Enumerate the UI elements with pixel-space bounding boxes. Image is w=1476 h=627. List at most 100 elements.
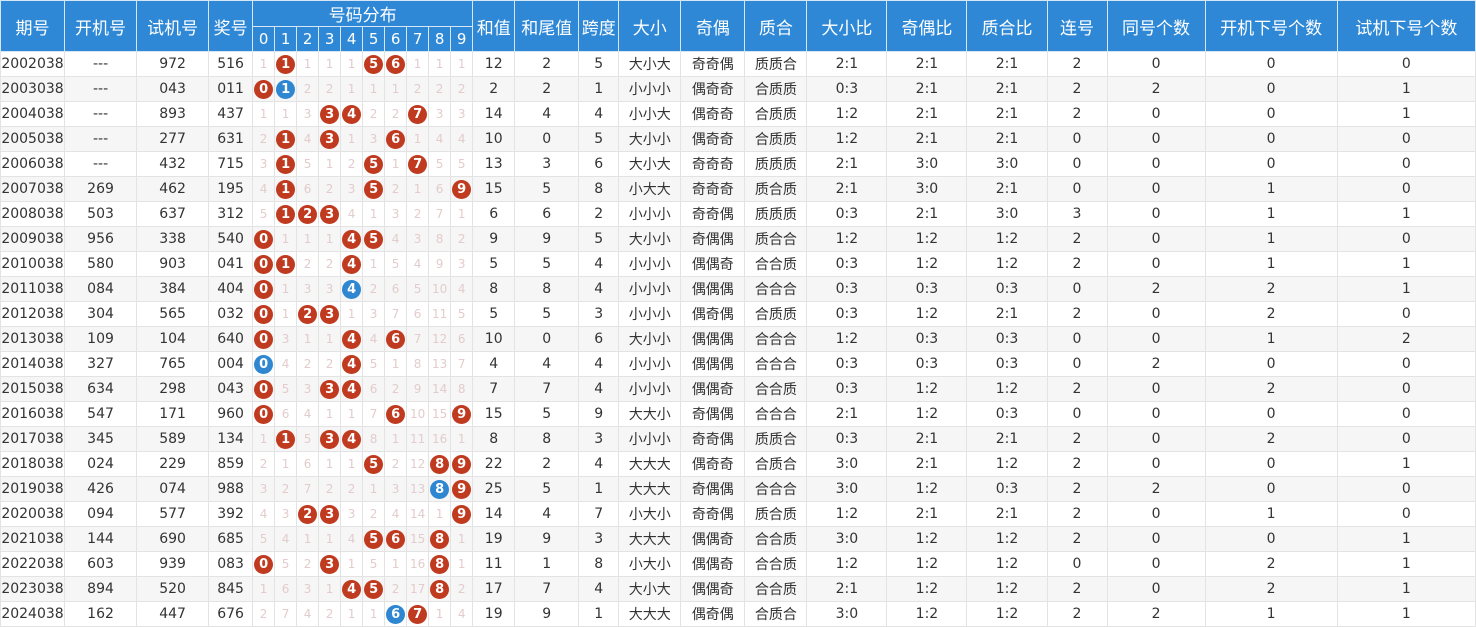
sum-tail-cell: 2 <box>514 51 580 77</box>
prime-ratio-cell: 0:3 <box>966 476 1048 502</box>
drawn-ball: 5 <box>364 154 384 174</box>
parity-cell: 奇奇奇 <box>680 176 746 202</box>
omission-cell: 5 <box>450 151 474 177</box>
test-down-count-cell: 0 <box>1336 226 1476 252</box>
open-no-cell: 426 <box>64 476 138 502</box>
span-cell: 5 <box>578 51 620 77</box>
digit-hit-cell: 7 <box>406 101 430 127</box>
same-count-cell: 0 <box>1106 151 1206 177</box>
test-no-cell: 903 <box>136 251 210 277</box>
omission-cell: 4 <box>428 126 452 152</box>
drawn-ball: 4 <box>342 104 362 124</box>
omission-cell: 12 <box>428 326 452 352</box>
omission-cell: 7 <box>384 301 408 327</box>
omission-cell: 8 <box>450 376 474 402</box>
test-down-count-cell: 1 <box>1336 451 1476 477</box>
open-down-count-cell: 1 <box>1204 176 1338 202</box>
prize-no-cell: 043 <box>208 376 254 402</box>
size-ratio-cell: 2:1 <box>806 401 888 427</box>
parity-cell: 偶奇偶 <box>680 301 746 327</box>
drawn-ball: 6 <box>386 129 406 149</box>
omission-cell: 1 <box>362 201 386 227</box>
test-no-cell: 462 <box>136 176 210 202</box>
drawn-ball: 6 <box>386 404 406 424</box>
open-down-count-cell: 0 <box>1204 151 1338 177</box>
size-ratio-cell: 3:0 <box>806 526 888 552</box>
test-no-cell: 384 <box>136 276 210 302</box>
omission-cell: 3 <box>384 476 408 502</box>
digit-header: 6 <box>384 26 408 52</box>
digit-hit-cell: 9 <box>450 176 474 202</box>
size-cell: 大大大 <box>618 526 682 552</box>
test-no-cell: 520 <box>136 576 210 602</box>
prime-cell: 质合质 <box>744 501 808 527</box>
size-cell: 大大小 <box>618 401 682 427</box>
drawn-ball: 8 <box>430 454 450 474</box>
omission-cell: 17 <box>406 576 430 602</box>
test-no-cell: 577 <box>136 501 210 527</box>
sum-tail-cell: 3 <box>514 151 580 177</box>
prime-cell: 合合合 <box>744 401 808 427</box>
parity-ratio-cell: 1:2 <box>886 251 968 277</box>
size-cell: 小大小 <box>618 501 682 527</box>
omission-cell: 1 <box>318 326 342 352</box>
omission-cell: 2 <box>252 126 276 152</box>
digit-hit-cell: 3 <box>318 426 342 452</box>
parity-ratio-cell: 2:1 <box>886 501 968 527</box>
omission-cell: 1 <box>252 51 276 77</box>
prime-ratio-cell: 2:1 <box>966 101 1048 127</box>
omission-cell: 6 <box>296 451 320 477</box>
omission-cell: 8 <box>362 426 386 452</box>
omission-cell: 5 <box>450 301 474 327</box>
test-down-count-cell: 0 <box>1336 351 1476 377</box>
digit-hit-cell: 8 <box>428 526 452 552</box>
test-no-cell: 690 <box>136 526 210 552</box>
span-cell: 6 <box>578 151 620 177</box>
omission-cell: 4 <box>450 276 474 302</box>
drawn-ball: 4 <box>342 329 362 349</box>
drawn-ball: 4 <box>342 429 362 449</box>
prize-no-cell: 988 <box>208 476 254 502</box>
digit-hit-cell: 0 <box>252 276 276 302</box>
consec-cell: 2 <box>1046 576 1108 602</box>
table-row: 2010038 580 903 041 0 1 2 2 4 1 5 4 9 3 5 5 4 小小小 偶偶奇 合合质 0:… <box>0 251 1476 277</box>
prime-ratio-cell: 0:3 <box>966 401 1048 427</box>
size-cell: 小小小 <box>618 76 682 102</box>
digit-header: 4 <box>340 26 364 52</box>
omission-cell: 1 <box>318 51 342 77</box>
omission-cell: 7 <box>362 401 386 427</box>
drawn-ball: 3 <box>320 129 340 149</box>
prime-cell: 质合合 <box>744 226 808 252</box>
omission-cell: 3 <box>406 226 430 252</box>
test-no-cell: 432 <box>136 151 210 177</box>
omission-cell: 6 <box>428 176 452 202</box>
same-count-cell: 0 <box>1106 51 1206 77</box>
parity-ratio-cell: 1:2 <box>886 301 968 327</box>
same-count-cell: 2 <box>1106 76 1206 102</box>
open-no-cell: 580 <box>64 251 138 277</box>
omission-cell: 15 <box>428 401 452 427</box>
table-row: 2014038 327 765 004 0 4 2 2 4 5 1 8 13 7 4 4 4 小小小 偶偶偶 合合合 0… <box>0 351 1476 377</box>
table-body: 2002038 --- 972 516 1 1 1 1 1 5 6 1 1 1 12 2 5 大小大 奇奇偶 质质合 2… <box>0 51 1476 627</box>
parity-cell: 奇偶偶 <box>680 401 746 427</box>
consec-cell: 2 <box>1046 426 1108 452</box>
test-down-count-cell: 1 <box>1336 201 1476 227</box>
same-count-cell: 0 <box>1106 226 1206 252</box>
sum-cell: 7 <box>472 376 516 402</box>
prize-no-cell: 437 <box>208 101 254 127</box>
test-down-count-cell: 1 <box>1336 276 1476 302</box>
drawn-ball: 7 <box>408 154 428 174</box>
sum-cell: 8 <box>472 426 516 452</box>
test-no-cell: 104 <box>136 326 210 352</box>
prize-no-cell: 195 <box>208 176 254 202</box>
omission-cell: 3 <box>362 301 386 327</box>
sum-tail-cell: 5 <box>514 476 580 502</box>
sum-tail-cell: 5 <box>514 401 580 427</box>
col-distribution: 号码分布 <box>252 0 474 27</box>
digit-hit-cell: 0 <box>252 351 276 377</box>
col-prime: 质合 <box>744 0 808 52</box>
open-down-count-cell: 2 <box>1204 551 1338 577</box>
digit-hit-cell: 5 <box>362 451 386 477</box>
digit-header: 3 <box>318 26 342 52</box>
sum-cell: 19 <box>472 526 516 552</box>
